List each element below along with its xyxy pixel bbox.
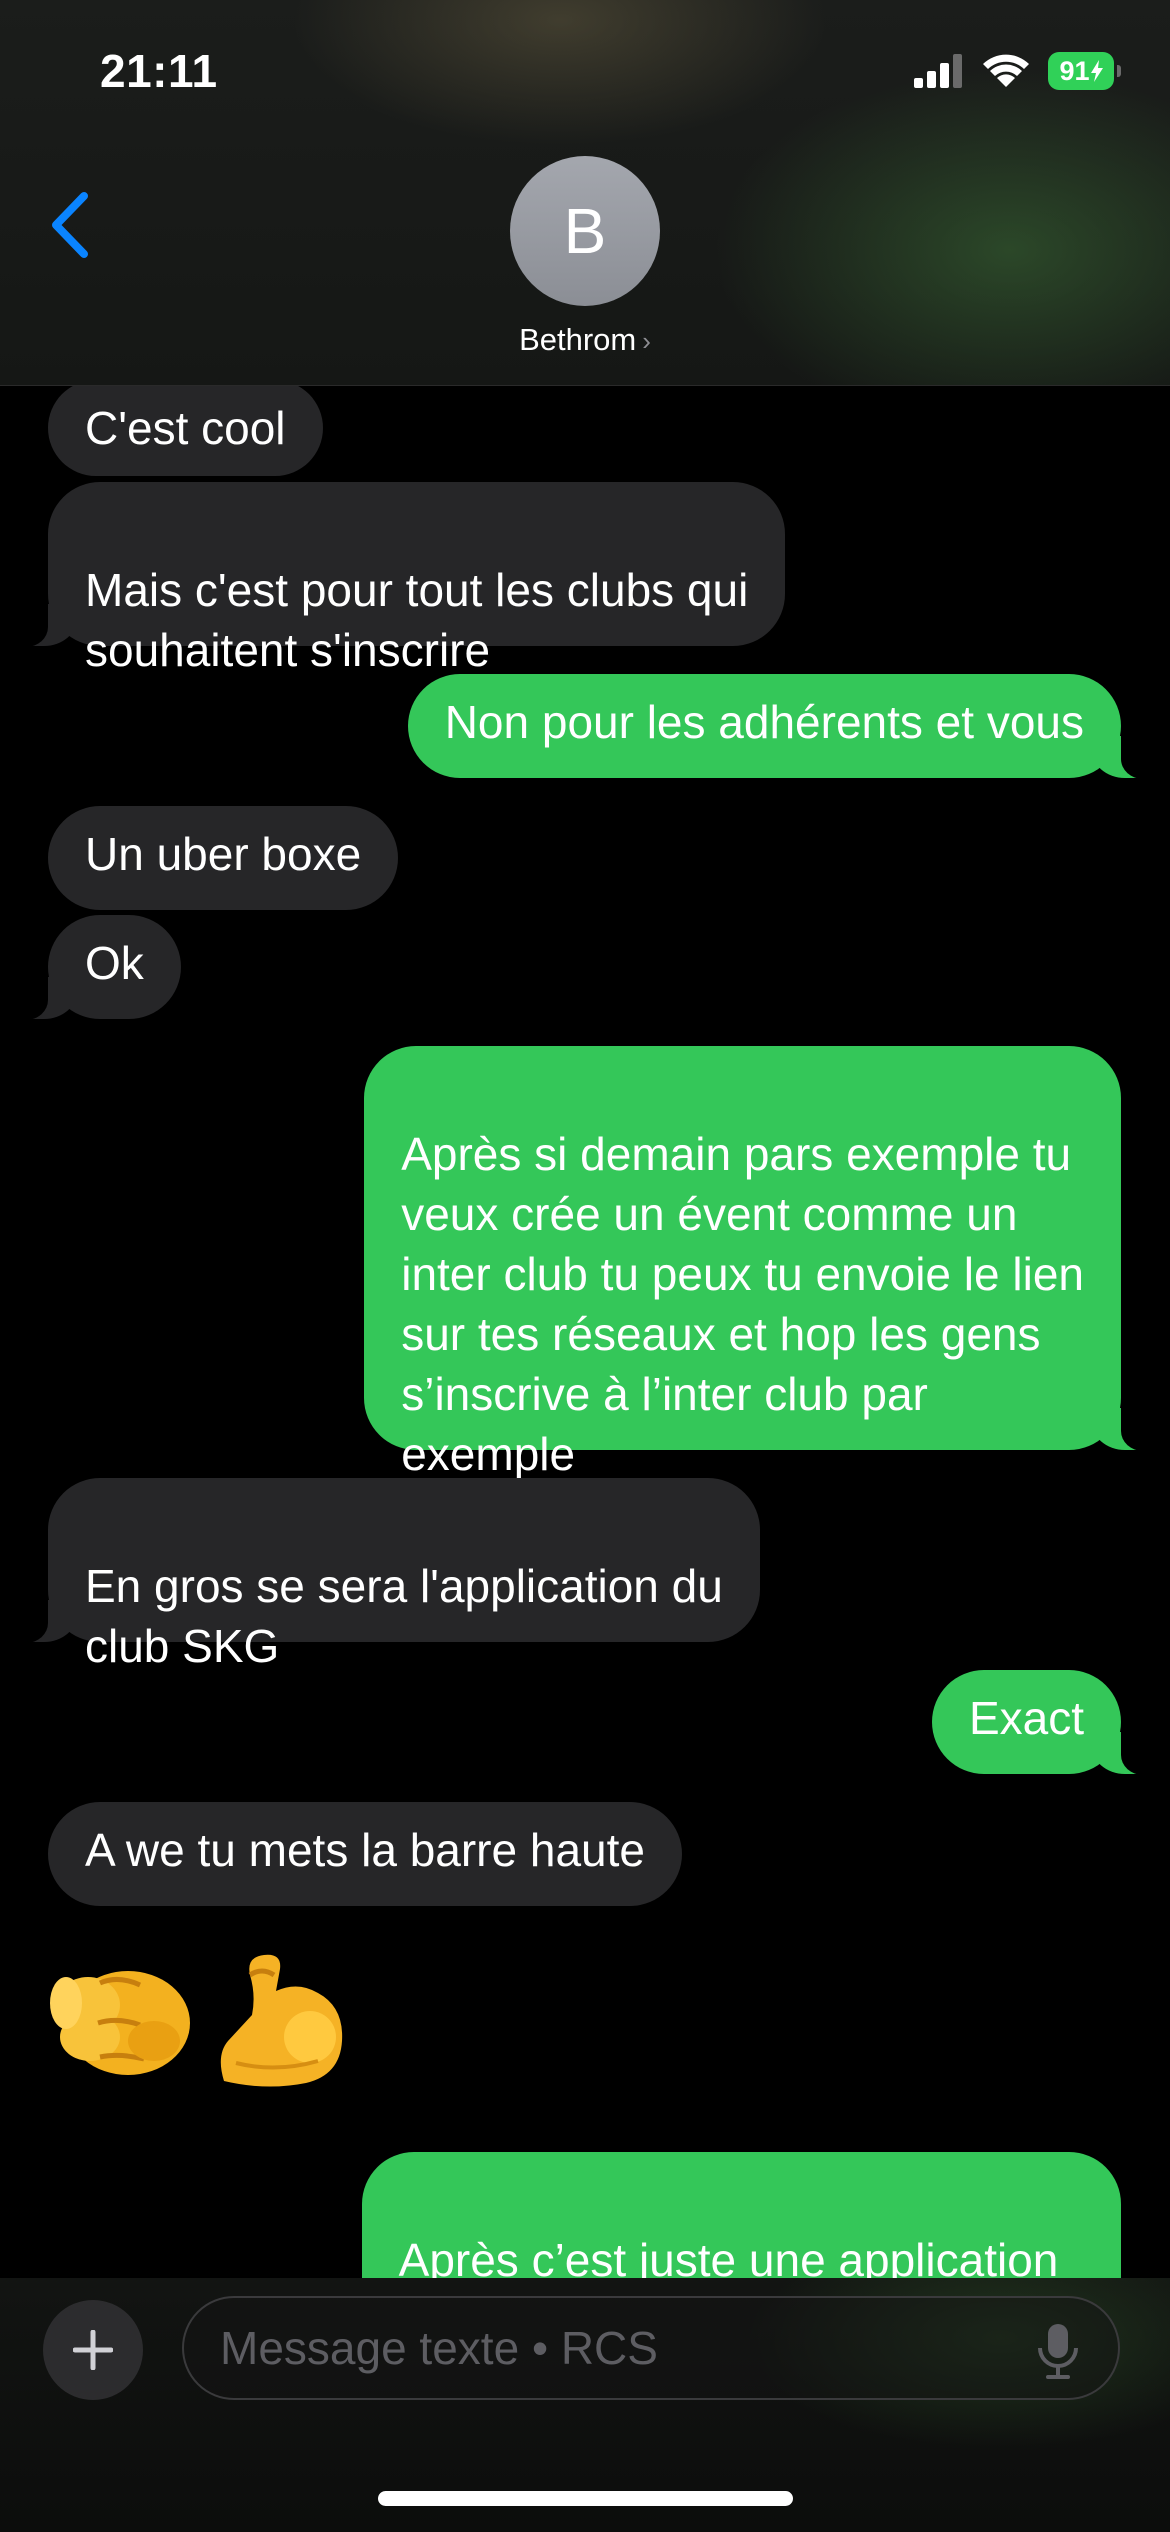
battery-indicator: 91 — [1048, 52, 1121, 90]
messages-screen: C'est cool Mais c'est pour tout les club… — [0, 0, 1170, 2532]
message-outgoing[interactable]: Non pour les adhérents et vous — [407, 674, 1156, 779]
message-text: Mais c'est pour tout les clubs qui souha… — [85, 564, 749, 676]
back-button[interactable] — [40, 185, 100, 265]
message-text: Après c’est juste une application de tes… — [398, 2234, 1059, 2280]
pointing-fist-emoji — [50, 1971, 190, 2075]
message-text: Exact — [968, 1692, 1084, 1744]
battery-level: 91 — [1059, 55, 1090, 86]
conversation-header: 21:11 91 B Bethrom › — [0, 0, 1170, 386]
message-incoming[interactable]: Un uber boxe — [48, 806, 399, 910]
flexed-biceps-emoji — [220, 1954, 343, 2087]
contact-name-button[interactable]: Bethrom › — [0, 322, 1170, 358]
chevron-left-icon — [52, 192, 88, 258]
message-incoming[interactable]: Ok — [14, 915, 181, 1020]
wifi-icon — [983, 54, 1029, 87]
message-outgoing[interactable]: Après c’est juste une application de tes… — [361, 2152, 1121, 2280]
contact-name: Bethrom — [519, 322, 637, 357]
message-text: Un uber boxe — [85, 828, 362, 880]
chevron-right-icon: › — [642, 326, 651, 356]
message-text: A we tu mets la barre haute — [85, 1824, 645, 1876]
contact-avatar[interactable]: B — [510, 156, 660, 306]
plus-icon — [73, 2330, 113, 2370]
message-outgoing[interactable]: Exact — [931, 1670, 1156, 1775]
message-outgoing[interactable]: Après si demain pars exemple tu veux cré… — [364, 1046, 1155, 1480]
message-text: En gros se sera l'application du club SK… — [85, 1560, 723, 1672]
cellular-signal-icon — [914, 54, 962, 88]
message-input[interactable]: Message texte • RCS — [182, 2296, 1120, 2400]
status-icons: 91 — [914, 52, 1121, 90]
add-attachment-button[interactable] — [43, 2300, 143, 2400]
message-text: C'est cool — [85, 402, 286, 454]
avatar-initial: B — [563, 195, 607, 267]
message-text: Non pour les adhérents et vous — [444, 696, 1084, 748]
status-time: 21:11 — [100, 45, 218, 97]
emoji-message[interactable] — [48, 1945, 356, 2095]
microphone-icon[interactable] — [1036, 2322, 1080, 2380]
message-text: Après si demain pars exemple tu veux cré… — [401, 1128, 1084, 1480]
charging-bolt-icon — [1090, 60, 1103, 82]
message-text: Ok — [85, 937, 144, 989]
message-incoming[interactable]: Mais c'est pour tout les clubs qui souha… — [13, 482, 786, 676]
message-incoming[interactable]: En gros se sera l'application du club SK… — [14, 1478, 760, 1672]
message-incoming[interactable]: A we tu mets la barre haute — [48, 1802, 682, 1906]
message-incoming[interactable]: C'est cool — [48, 380, 323, 476]
home-indicator[interactable] — [378, 2491, 793, 2506]
message-input-placeholder: Message texte • RCS — [220, 2322, 658, 2374]
